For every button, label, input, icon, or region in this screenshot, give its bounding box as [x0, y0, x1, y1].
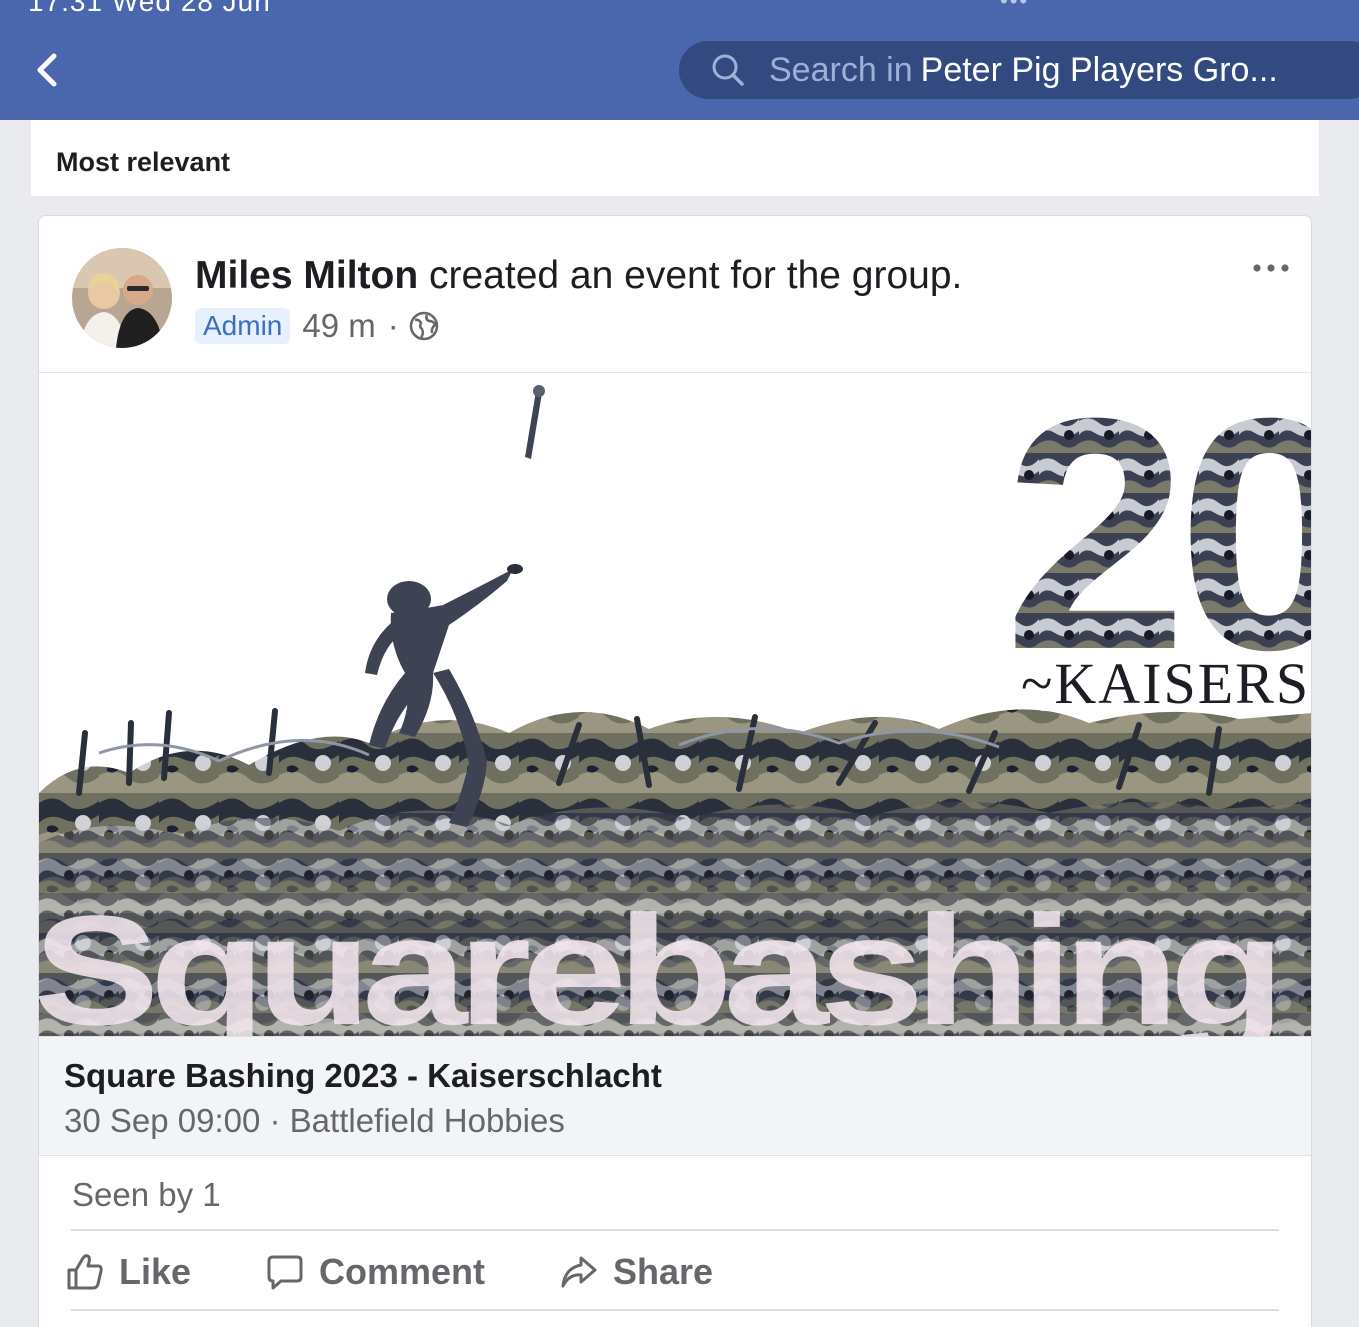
comment-button[interactable]: Comment — [265, 1246, 485, 1298]
share-button[interactable]: Share — [559, 1246, 713, 1298]
post-options-button[interactable] — [1251, 258, 1291, 278]
top-bar: 17:31 Wed 28 Jun ••• Search in Peter Pig … — [0, 0, 1359, 120]
seen-by-count[interactable]: Seen by 1 — [72, 1176, 221, 1214]
event-info[interactable]: Square Bashing 2023 - Kaiserschlacht 30 … — [39, 1036, 1311, 1156]
back-button[interactable] — [30, 50, 70, 90]
more-icon — [1253, 264, 1289, 272]
sort-selector[interactable]: Most relevant — [56, 147, 230, 178]
post-card: Miles Milton created an event for the gr… — [38, 215, 1312, 1327]
author-name[interactable]: Miles Milton — [195, 254, 418, 297]
post-action-text: created an event for the group. — [418, 254, 963, 297]
multitasking-dots[interactable]: ••• — [1000, 0, 1029, 14]
admin-badge: Admin — [195, 308, 291, 344]
event-cover-art: 20 ~KAISERS Squarebashing — [39, 373, 1311, 1036]
share-label: Share — [613, 1251, 714, 1292]
cover-overlay-text: Squarebashing — [39, 883, 1275, 1036]
like-button[interactable]: Like — [65, 1246, 191, 1298]
search-prefix: Search in — [769, 50, 913, 89]
event-date-location: 30 Sep 09:00 · Battlefield Hobbies — [64, 1102, 565, 1139]
divider — [71, 1229, 1279, 1231]
globe-icon — [409, 311, 438, 341]
chevron-left-icon — [37, 53, 57, 87]
status-bar-time: 17:31 Wed 28 Jun — [28, 0, 271, 17]
search-icon — [712, 54, 744, 86]
post-title: Miles Milton created an event for the gr… — [195, 254, 962, 298]
post-time[interactable]: 49 m — [302, 307, 375, 345]
search-group-name: Peter Pig Players Gro... — [920, 50, 1278, 89]
group-search-field[interactable]: Search in Peter Pig Players Gro... — [679, 41, 1359, 99]
like-label: Like — [119, 1251, 192, 1292]
comment-label: Comment — [319, 1251, 486, 1292]
avatar[interactable] — [72, 248, 172, 348]
avatar-photo — [72, 248, 172, 348]
search-placeholder: Search in Peter Pig Players Gro... — [769, 51, 1278, 90]
divider — [71, 1309, 1279, 1311]
sort-bar: Most relevant — [31, 120, 1319, 196]
post-actions: Like Comment Share — [39, 1246, 1311, 1298]
post-meta: Admin 49 m · — [195, 306, 439, 346]
share-icon — [561, 1256, 597, 1288]
comment-icon — [267, 1255, 303, 1290]
cover-subtitle: ~KAISERS — [1021, 651, 1310, 716]
meta-separator: · — [387, 307, 399, 344]
event-title[interactable]: Square Bashing 2023 - Kaiserschlacht — [64, 1057, 662, 1095]
event-cover-image[interactable]: 20 ~KAISERS Squarebashing — [39, 372, 1311, 1036]
thumbs-up-icon — [67, 1254, 103, 1290]
